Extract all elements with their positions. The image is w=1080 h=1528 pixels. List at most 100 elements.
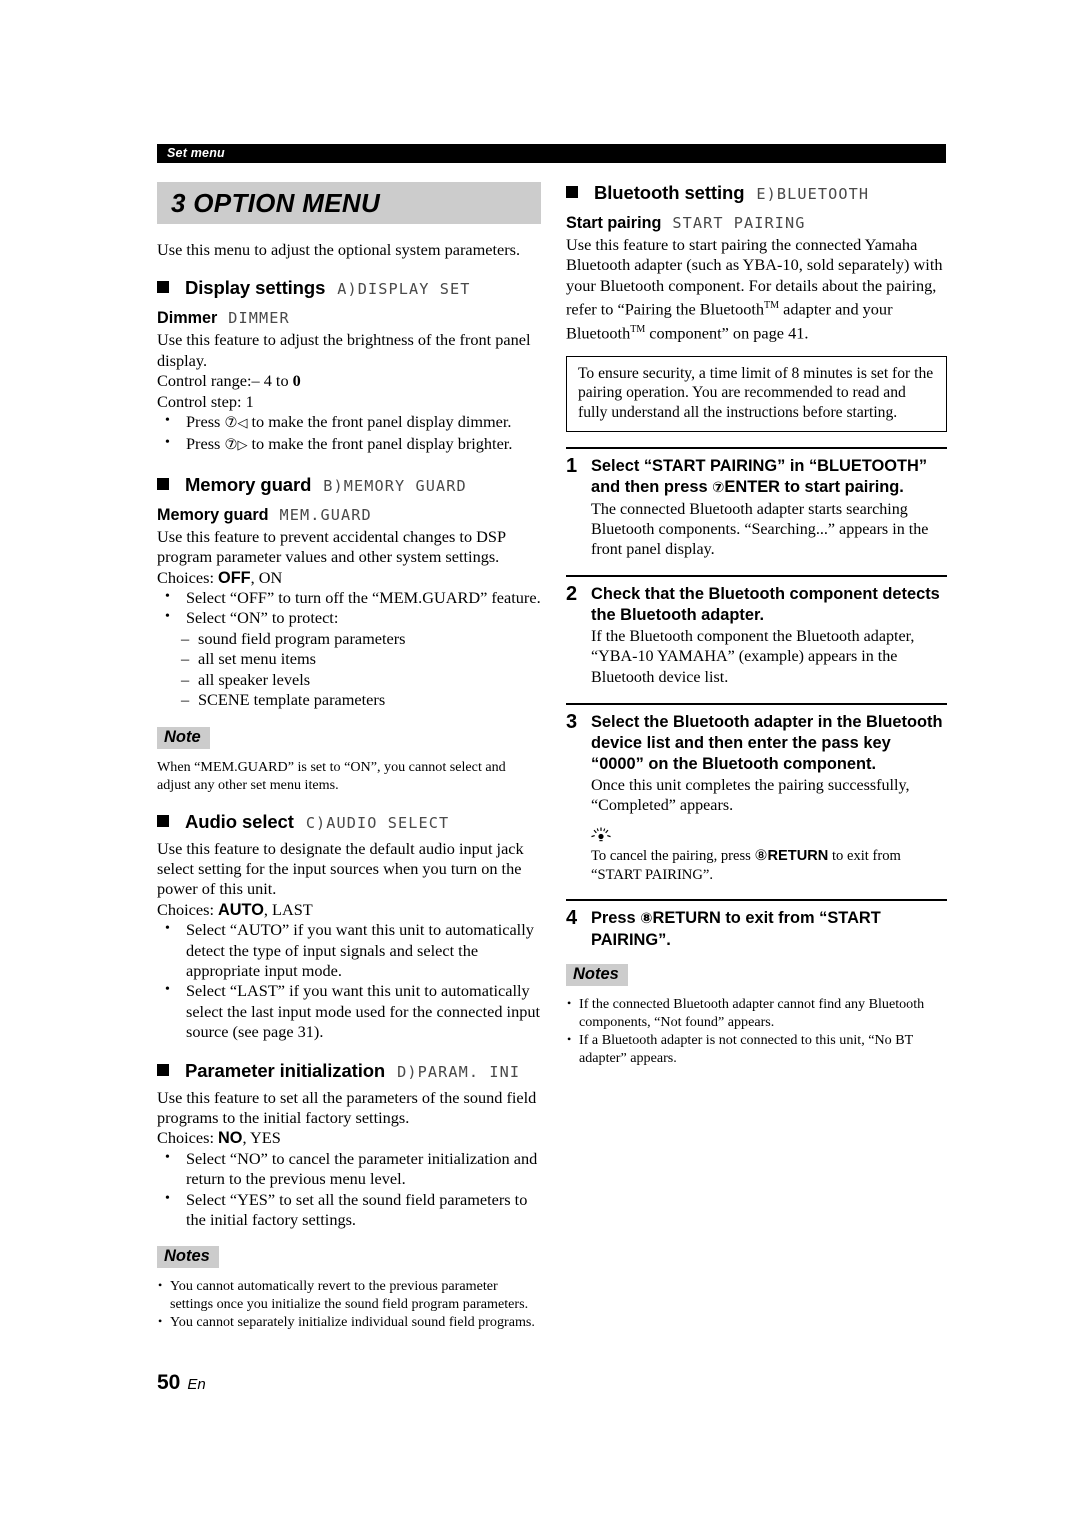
audio-select-choices: Choices: AUTO, LAST <box>157 900 541 920</box>
running-header-label: Set menu <box>167 146 225 160</box>
step-description: If the Bluetooth component the Bluetooth… <box>591 628 915 686</box>
chapter-title-band: 3 OPTION MENU <box>157 182 541 224</box>
dimmer-control-step: Control step: 1 <box>157 391 254 411</box>
subsection-title-dimmer: Dimmer <box>157 309 218 328</box>
list-item: sound field program parameters <box>157 629 541 650</box>
control-range-value: – 4 to <box>251 371 293 391</box>
procedure-step-4: 4 Press ⑧RETURN to exit from “START PAIR… <box>566 899 947 952</box>
tip-text: To cancel the pairing, press ⑧RETURN to … <box>591 847 947 884</box>
list-item: all set menu items <box>157 649 541 670</box>
memory-guard-dash-list: sound field program parameters all set m… <box>157 629 541 711</box>
audio-select-body-text: Use this feature to designate the defaul… <box>157 838 524 899</box>
memory-guard-bullet-list: Select “OFF” to turn off the “MEM.GUARD”… <box>157 587 541 629</box>
procedure-step-1: 1 Select “START PAIRING” in “BLUETOOTH” … <box>566 446 947 561</box>
step-number: 2 <box>566 583 578 606</box>
start-pairing-body-text: Use this feature to start pairing the co… <box>566 235 947 344</box>
menu-intro-text: Use this menu to adjust the optional sys… <box>157 240 521 259</box>
choices-other-values: , YES <box>242 1128 281 1148</box>
control-range-default: 0 <box>292 371 301 391</box>
note-badge: Note <box>157 726 210 749</box>
subsection-title-start-pairing: Start pairing <box>566 214 662 232</box>
lcd-label-mem-guard: MEM.GUARD <box>279 505 372 524</box>
list-item: Select “ON” to protect: <box>157 607 541 628</box>
list-item: Select “OFF” to turn off the “MEM.GUARD”… <box>157 587 541 608</box>
parameter-initialization-bullet-list: Select “NO” to cancel the parameter init… <box>157 1148 541 1231</box>
return-key-label: RETURN <box>767 848 829 865</box>
circled-number-7-icon: ⑦ <box>224 415 238 432</box>
choices-default-value: OFF <box>218 568 251 587</box>
subsection-dimmer: Dimmer DIMMER <box>157 309 541 328</box>
choices-default-value: NO <box>218 1129 243 1148</box>
lcd-label-param-ini: D)PARAM. INI <box>397 1062 521 1081</box>
list-item: If the connected Bluetooth adapter canno… <box>566 994 947 1031</box>
step-title: Press ⑧RETURN to exit from “START PAIRIN… <box>591 908 947 951</box>
return-key-label: RETURN <box>652 909 721 928</box>
list-item: You cannot automatically revert to the p… <box>157 1276 541 1313</box>
section-title-parameter-initialization: Parameter initialization <box>185 1059 386 1081</box>
step-title: Select “START PAIRING” in “BLUETOOTH” an… <box>591 456 947 499</box>
square-bullet-icon <box>157 477 169 490</box>
caution-text: To ensure security, a time limit of 8 mi… <box>578 364 934 422</box>
parameter-initialization-body-text: Use this feature to set all the paramete… <box>157 1087 537 1127</box>
memory-guard-note-text: When “MEM.GUARD” is set to “ON”, you can… <box>157 758 506 793</box>
lcd-label-audio-select: C)AUDIO SELECT <box>305 813 450 832</box>
page-language-code: En <box>187 1376 206 1393</box>
left-column: 3 OPTION MENU Use this menu to adjust th… <box>157 182 541 1331</box>
lcd-label-bluetooth: E)BLUETOOTH <box>756 185 870 203</box>
step-number: 4 <box>566 907 578 930</box>
choices-other-values: , LAST <box>263 899 313 919</box>
tip-text-pre: To cancel the pairing, press <box>591 848 755 865</box>
section-parameter-initialization: Parameter initialization D)PARAM. INI <box>157 1060 541 1082</box>
notes-badge: Notes <box>566 964 628 987</box>
step-description: The connected Bluetooth adapter starts s… <box>591 500 929 559</box>
lcd-label-start-pairing: START PAIRING <box>672 214 806 232</box>
bullet-post-text: to make the front panel display dimmer. <box>247 412 512 432</box>
bullet-pre-text: Press <box>186 412 225 432</box>
enter-key-label: ENTER <box>724 477 780 496</box>
tip-lightbulb-svg <box>591 827 611 842</box>
notes-badge: Notes <box>157 1246 219 1269</box>
circled-number-7-icon: ⑦ <box>224 437 238 454</box>
section-title-audio-select: Audio select <box>185 810 294 832</box>
audio-select-bullet-list: Select “AUTO” if you want this unit to a… <box>157 919 541 1042</box>
dimmer-bullet-list: Press ⑦◁ to make the front panel display… <box>157 411 541 457</box>
procedure-step-3: 3 Select the Bluetooth adapter in the Bl… <box>566 702 947 884</box>
circled-number-7-icon: ⑦ <box>712 479 725 496</box>
trademark-mark: TM <box>764 300 780 312</box>
section-title-bluetooth-setting: Bluetooth setting <box>594 182 745 203</box>
circled-number-8-icon: ⑧ <box>754 848 768 865</box>
section-display-settings: Display settings A)DISPLAY SET <box>157 277 541 299</box>
lcd-label-display-settings: A)DISPLAY SET <box>337 280 471 299</box>
parameter-initialization-notes-list: You cannot automatically revert to the p… <box>157 1276 541 1331</box>
dimmer-body-text: Use this feature to adjust the brightnes… <box>157 330 531 370</box>
section-title-memory-guard: Memory guard <box>185 473 312 495</box>
choices-label: Choices: <box>157 899 219 919</box>
tip-lightbulb-icon <box>591 827 947 846</box>
subsection-start-pairing: Start pairing START PAIRING <box>566 214 947 233</box>
choices-label: Choices: <box>157 1128 219 1148</box>
circled-number-8-icon: ⑧ <box>640 911 653 928</box>
list-item: SCENE template parameters <box>157 690 541 711</box>
start-pairing-text-part3: component” on page 41. <box>645 323 809 343</box>
choices-default-value: AUTO <box>218 900 264 919</box>
list-item: Press ⑦◁ to make the front panel display… <box>157 411 541 434</box>
dimmer-control-range: Control range:– 4 to 0 <box>157 371 541 391</box>
list-item: all speaker levels <box>157 670 541 691</box>
section-memory-guard: Memory guard B)MEMORY GUARD <box>157 474 541 496</box>
step-title: Select the Bluetooth adapter in the Blue… <box>591 712 943 773</box>
step-description: Once this unit completes the pairing suc… <box>591 776 910 815</box>
chapter-title: 3 OPTION MENU <box>171 188 381 218</box>
procedure-step-2: 2 Check that the Bluetooth component det… <box>566 575 947 688</box>
step-title-text: Press <box>591 909 641 928</box>
trademark-mark: TM <box>630 324 646 336</box>
right-column: Bluetooth setting E)BLUETOOTH Start pair… <box>566 182 947 1067</box>
subsection-memory-guard: Memory guard MEM.GUARD <box>157 506 541 525</box>
list-item: If a Bluetooth adapter is not connected … <box>566 1030 947 1067</box>
lcd-label-memory-guard: B)MEMORY GUARD <box>323 476 467 495</box>
choices-label: Choices: <box>157 567 219 587</box>
parameter-initialization-choices: Choices: NO, YES <box>157 1128 541 1148</box>
left-triangle-icon: ◁ <box>237 416 248 432</box>
list-item: Select “YES” to set all the sound field … <box>157 1189 541 1231</box>
control-range-label: Control range: <box>157 371 252 391</box>
list-item: Select “NO” to cancel the parameter init… <box>157 1148 541 1190</box>
